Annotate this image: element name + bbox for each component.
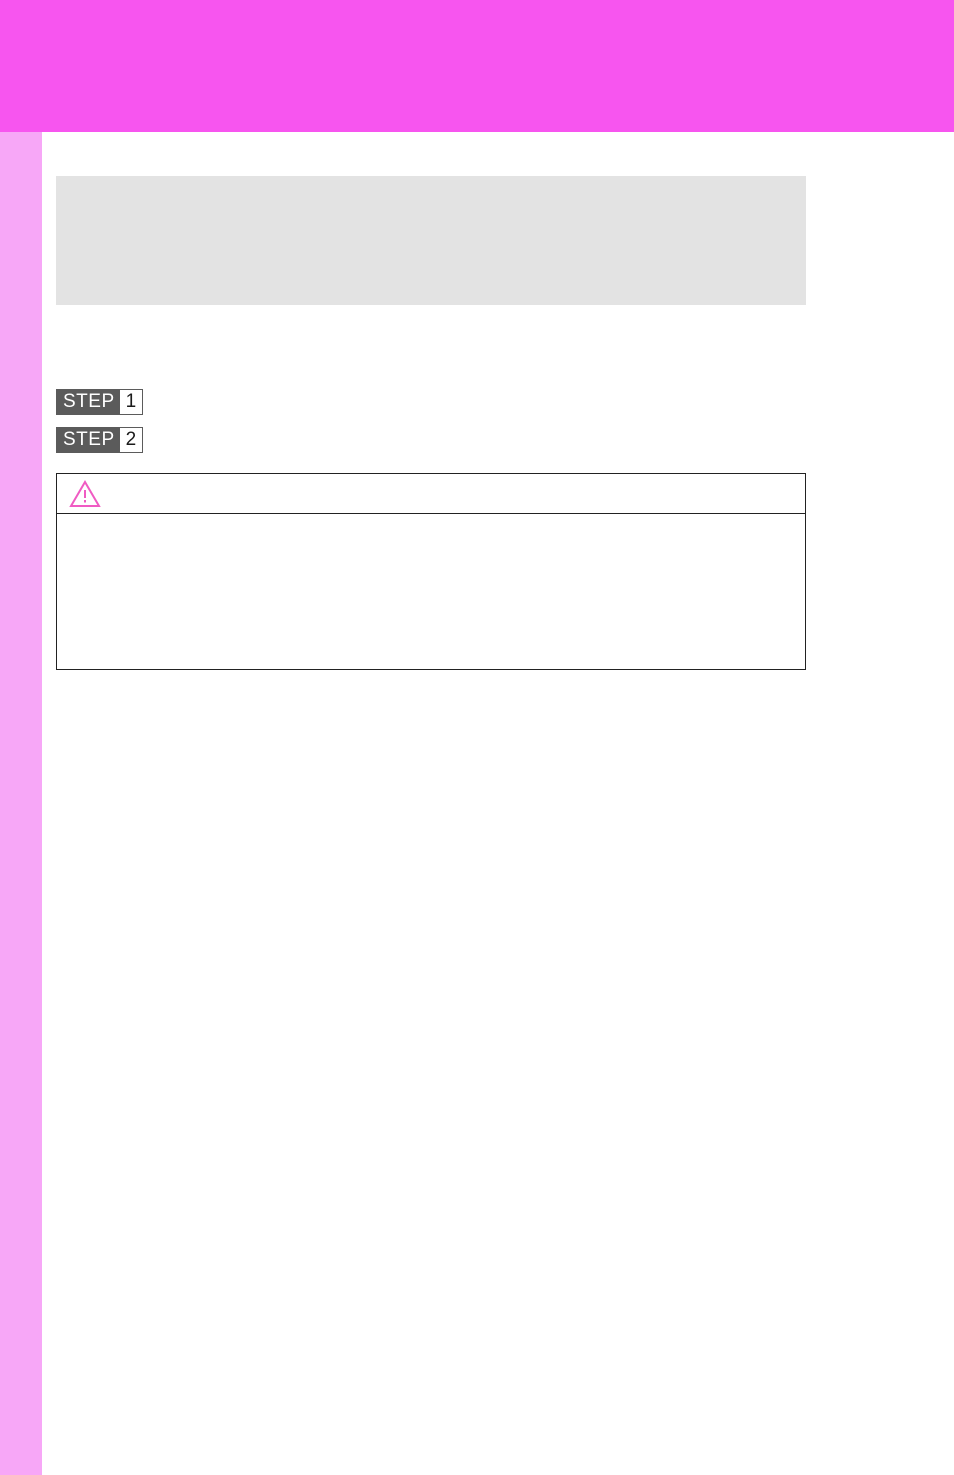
sidebar — [0, 132, 42, 1475]
header-corner — [0, 0, 42, 132]
caution-box — [56, 473, 806, 670]
step-block: STEP 1 STEP 2 — [56, 389, 806, 453]
step-chip: STEP 1 — [56, 389, 143, 415]
warning-icon — [69, 480, 101, 508]
page-body: STEP 1 STEP 2 — [42, 132, 954, 1475]
step-number: 1 — [119, 390, 143, 414]
caution-header — [57, 474, 805, 514]
step-row-1: STEP 1 — [56, 389, 806, 415]
step-word-label: STEP — [57, 390, 119, 414]
step-word-label: STEP — [57, 428, 119, 452]
content-column: STEP 1 STEP 2 — [56, 176, 806, 670]
header-band — [0, 0, 954, 132]
step-chip: STEP 2 — [56, 427, 143, 453]
caution-body — [57, 514, 805, 669]
info-banner — [56, 176, 806, 305]
step-row-2: STEP 2 — [56, 427, 806, 453]
step-number: 2 — [119, 428, 143, 452]
